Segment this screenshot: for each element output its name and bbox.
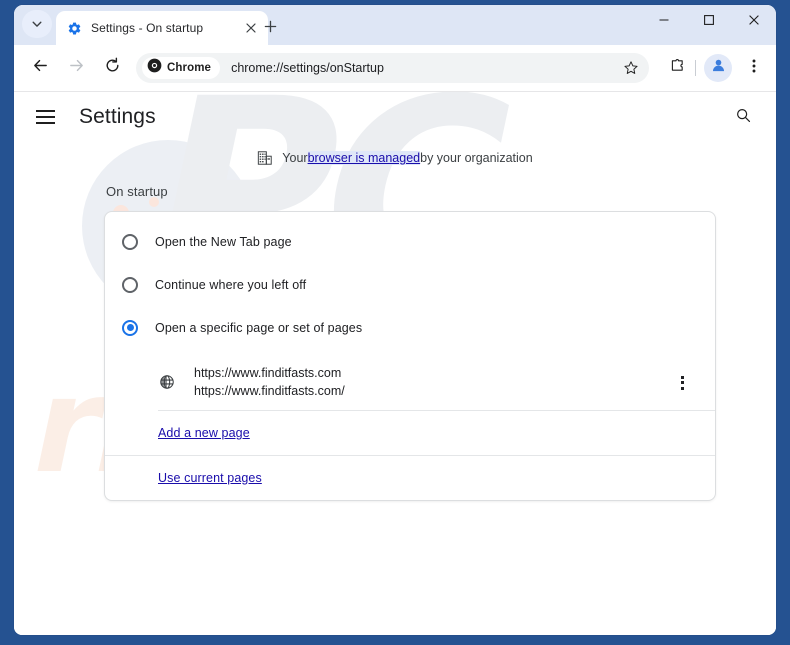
- extensions-button[interactable]: [663, 54, 691, 82]
- radio-icon[interactable]: [122, 233, 138, 250]
- use-current-pages-link[interactable]: Use current pages: [158, 471, 262, 485]
- startup-page-url: https://www.finditfasts.com/: [194, 384, 345, 398]
- screenshot-root: Settings - On startup Chrome chrome://se…: [0, 0, 790, 645]
- startup-option-new-tab[interactable]: Open the New Tab page: [105, 220, 715, 263]
- settings-gear-icon: [66, 20, 82, 36]
- browser-toolbar: Chrome chrome://settings/onStartup: [14, 45, 776, 92]
- chrome-identity-chip[interactable]: Chrome: [142, 57, 221, 79]
- star-icon[interactable]: [619, 56, 643, 80]
- minimize-button[interactable]: [641, 5, 686, 39]
- settings-search-button[interactable]: [730, 105, 756, 131]
- plus-icon: [264, 20, 277, 38]
- puzzle-piece-icon: [669, 57, 686, 79]
- add-new-page-row[interactable]: Add a new page: [105, 411, 715, 455]
- startup-option-label: Open a specific page or set of pages: [155, 320, 363, 335]
- chrome-chip-label: Chrome: [167, 62, 212, 74]
- section-title: On startup: [106, 184, 168, 199]
- startup-option-specific-page[interactable]: Open a specific page or set of pages: [105, 306, 715, 349]
- toolbar-divider: [695, 60, 696, 76]
- tab-search-button[interactable]: [22, 10, 52, 38]
- startup-page-text: https://www.finditfasts.com https://www.…: [194, 364, 345, 400]
- reload-icon: [104, 57, 121, 79]
- reload-button[interactable]: [98, 54, 126, 82]
- maximize-button[interactable]: [686, 5, 731, 39]
- use-current-pages-row[interactable]: Use current pages: [105, 456, 715, 500]
- browser-tab[interactable]: Settings - On startup: [56, 11, 268, 45]
- startup-page-title: https://www.finditfasts.com: [194, 366, 342, 380]
- startup-option-label: Continue where you left off: [155, 277, 307, 292]
- close-window-button[interactable]: [731, 5, 776, 39]
- search-icon: [735, 107, 752, 129]
- tab-strip: Settings - On startup: [14, 5, 776, 45]
- settings-header: Settings: [14, 92, 776, 142]
- radio-icon[interactable]: [122, 276, 138, 293]
- settings-page: PC risk.com Settings: [14, 92, 776, 635]
- globe-icon: [158, 373, 176, 391]
- three-dot-menu-icon: [746, 58, 762, 79]
- profile-button[interactable]: [704, 54, 732, 82]
- close-icon: [748, 13, 760, 31]
- building-icon: [257, 150, 273, 166]
- startup-option-continue[interactable]: Continue where you left off: [105, 263, 715, 306]
- managed-prefix: Your: [282, 151, 308, 165]
- back-button[interactable]: [26, 54, 54, 82]
- add-new-page-link[interactable]: Add a new page: [158, 426, 250, 440]
- three-dot-menu-icon[interactable]: [671, 372, 693, 394]
- tab-title: Settings - On startup: [91, 21, 204, 35]
- new-tab-button[interactable]: [257, 16, 283, 42]
- radio-icon-selected[interactable]: [122, 319, 138, 336]
- back-arrow-icon: [32, 57, 49, 79]
- hamburger-menu-icon[interactable]: [36, 105, 60, 129]
- address-bar-url: chrome://settings/onStartup: [231, 61, 384, 75]
- page-title: Settings: [79, 105, 156, 128]
- chrome-logo-icon: [147, 58, 162, 78]
- startup-page-row[interactable]: https://www.finditfasts.com https://www.…: [105, 355, 715, 410]
- managed-notice: Your browser is managed by your organiza…: [14, 150, 776, 166]
- chevron-down-icon: [31, 18, 43, 30]
- browser-menu-button[interactable]: [740, 54, 768, 82]
- managed-suffix: by your organization: [420, 151, 533, 165]
- address-bar[interactable]: Chrome chrome://settings/onStartup: [136, 53, 649, 83]
- person-avatar-icon: [710, 57, 727, 79]
- window-controls: [641, 5, 776, 39]
- managed-link[interactable]: browser is managed: [307, 151, 421, 165]
- maximize-icon: [703, 13, 715, 31]
- forward-button[interactable]: [62, 54, 90, 82]
- forward-arrow-icon: [68, 57, 85, 79]
- browser-window: Settings - On startup Chrome chrome://se…: [14, 5, 776, 635]
- minimize-icon: [658, 13, 670, 31]
- on-startup-card: Open the New Tab page Continue where you…: [104, 211, 716, 501]
- startup-option-label: Open the New Tab page: [155, 234, 292, 249]
